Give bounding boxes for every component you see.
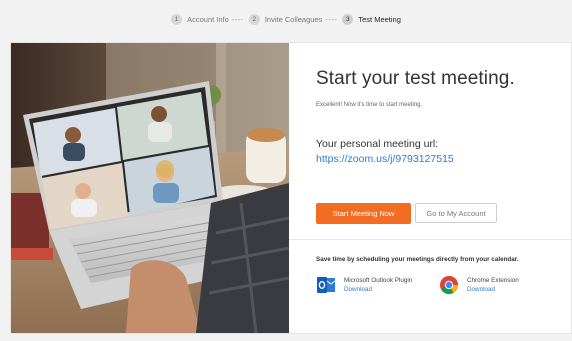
chrome-extension-name: Chrome Extension (467, 277, 519, 284)
chrome-extension-item: Chrome Extension Download (439, 275, 519, 295)
meeting-url-label: Your personal meeting url: (316, 138, 439, 150)
schedule-promo-text: Save time by scheduling your meetings di… (316, 256, 519, 263)
step-invite-colleagues: 2 Invite Colleagues (248, 14, 323, 25)
test-meeting-card: Start your test meeting. Excellent! Now … (10, 42, 572, 334)
page-title: Start your test meeting. (316, 68, 515, 89)
step-number: 3 (342, 14, 354, 25)
laptop-video-call-illustration (11, 43, 289, 333)
divider (289, 239, 571, 240)
step-account-info: 1 Account Info (171, 14, 229, 25)
go-to-account-button[interactable]: Go to My Account (415, 203, 497, 223)
hero-image (11, 43, 289, 333)
chrome-download-link[interactable]: Download (467, 286, 519, 293)
step-number: 2 (248, 14, 260, 25)
subtitle-text: Excellent! Now it's time to start meetin… (316, 102, 423, 108)
outlook-icon (317, 277, 336, 293)
step-separator: ---- (325, 15, 338, 24)
meeting-url-link[interactable]: https://zoom.us/j/9793127515 (316, 153, 454, 165)
progress-stepper: 1 Account Info ---- 2 Invite Colleagues … (0, 14, 572, 25)
outlook-plugin-item: Microsoft Outlook Plugin Download (316, 275, 412, 295)
step-label: Invite Colleagues (264, 15, 323, 24)
step-label: Test Meeting (358, 15, 401, 24)
step-number: 1 (171, 14, 183, 25)
outlook-download-link[interactable]: Download (344, 286, 412, 293)
chrome-icon (440, 276, 458, 295)
step-test-meeting: 3 Test Meeting (342, 14, 401, 25)
step-label: Account Info (187, 15, 229, 24)
step-separator: ---- (231, 15, 244, 24)
meeting-panel: Start your test meeting. Excellent! Now … (289, 43, 571, 333)
outlook-plugin-name: Microsoft Outlook Plugin (344, 277, 413, 284)
start-meeting-button[interactable]: Start Meeting Now (316, 203, 411, 224)
